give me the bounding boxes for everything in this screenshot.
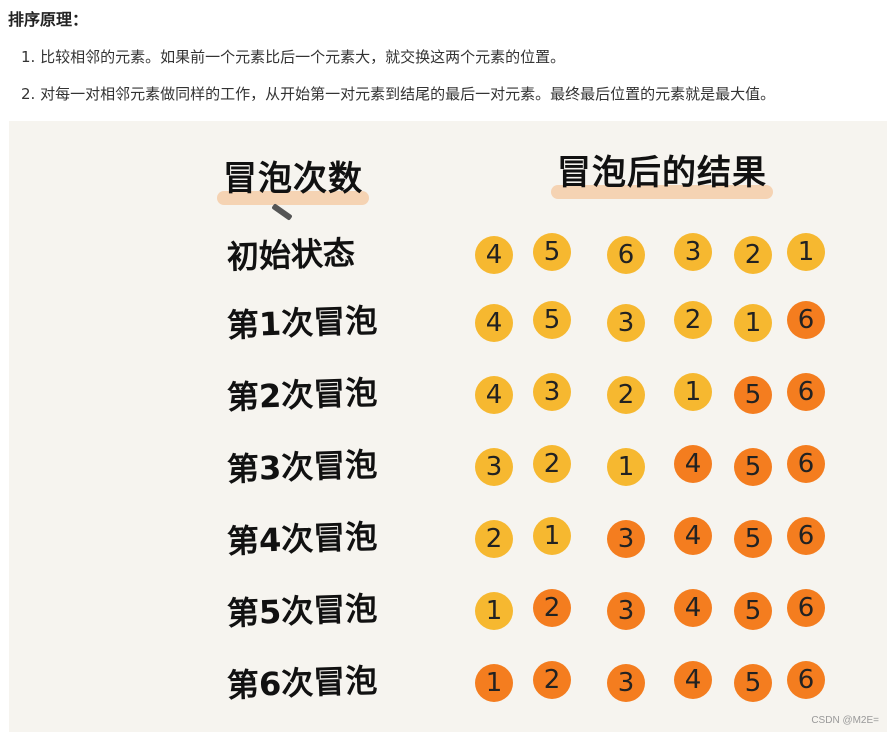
number-ball: 3 [475, 448, 513, 486]
number-ball: 6 [787, 517, 825, 555]
number-ball: 1 [533, 517, 571, 555]
row-label: 第5次冒泡 [226, 589, 378, 633]
number-ball: 4 [475, 304, 513, 342]
number-ball: 6 [787, 589, 825, 627]
number-ball: 6 [787, 373, 825, 411]
number-ball: 4 [674, 445, 712, 483]
number-ball: 1 [674, 373, 712, 411]
number-ball: 2 [607, 376, 645, 414]
number-ball: 2 [734, 236, 772, 274]
number-ball: 4 [674, 661, 712, 699]
number-ball: 4 [475, 376, 513, 414]
column-heading-results: 冒泡后的结果 [551, 153, 773, 199]
number-ball: 3 [607, 520, 645, 558]
number-ball: 6 [787, 445, 825, 483]
number-ball: 1 [475, 664, 513, 702]
number-ball: 1 [787, 233, 825, 271]
row-label: 第6次冒泡 [226, 661, 378, 705]
number-ball: 6 [787, 661, 825, 699]
number-ball: 4 [674, 589, 712, 627]
row-label: 第4次冒泡 [226, 517, 378, 561]
number-ball: 5 [533, 233, 571, 271]
number-ball: 5 [734, 376, 772, 414]
number-ball: 3 [607, 304, 645, 342]
number-ball: 2 [533, 589, 571, 627]
number-ball: 2 [674, 301, 712, 339]
number-ball: 3 [674, 233, 712, 271]
steps-list: 1. 比较相邻的元素。如果前一个元素比后一个元素大，就交换这两个元素的位置。 2… [21, 46, 775, 120]
number-ball: 3 [607, 592, 645, 630]
number-ball: 1 [475, 592, 513, 630]
row-label: 第3次冒泡 [226, 445, 378, 489]
watermark: CSDN @M2E= [811, 715, 879, 726]
number-ball: 5 [734, 592, 772, 630]
row-label: 第2次冒泡 [226, 373, 378, 417]
number-ball: 5 [533, 301, 571, 339]
number-ball: 2 [533, 661, 571, 699]
number-ball: 3 [607, 664, 645, 702]
number-ball: 5 [734, 520, 772, 558]
column-heading-text: 冒泡次数 [223, 159, 363, 199]
pencil-icon [271, 203, 293, 221]
number-ball: 1 [734, 304, 772, 342]
number-ball: 6 [787, 301, 825, 339]
number-ball: 6 [607, 236, 645, 274]
number-ball: 5 [734, 448, 772, 486]
number-ball: 2 [475, 520, 513, 558]
column-heading-passes: 冒泡次数 [217, 159, 369, 205]
bubble-sort-figure: 冒泡次数 冒泡后的结果 初始状态 4 5 6 3 2 1 第1次冒泡 4 5 3 2 1 6 第2次冒泡 4 3… [9, 121, 887, 732]
row-label: 初始状态 [226, 233, 356, 277]
number-ball: 4 [674, 517, 712, 555]
step-item: 2. 对每一对相邻元素做同样的工作，从开始第一对元素到结尾的最后一对元素。最终最… [21, 85, 776, 103]
section-heading: 排序原理： [8, 10, 89, 29]
number-ball: 4 [475, 236, 513, 274]
number-ball: 1 [607, 448, 645, 486]
column-heading-text: 冒泡后的结果 [557, 153, 767, 193]
number-ball: 5 [734, 664, 772, 702]
number-ball: 3 [533, 373, 571, 411]
row-label: 第1次冒泡 [226, 301, 378, 345]
number-ball: 2 [533, 445, 571, 483]
step-item: 1. 比较相邻的元素。如果前一个元素比后一个元素大，就交换这两个元素的位置。 [21, 48, 566, 66]
